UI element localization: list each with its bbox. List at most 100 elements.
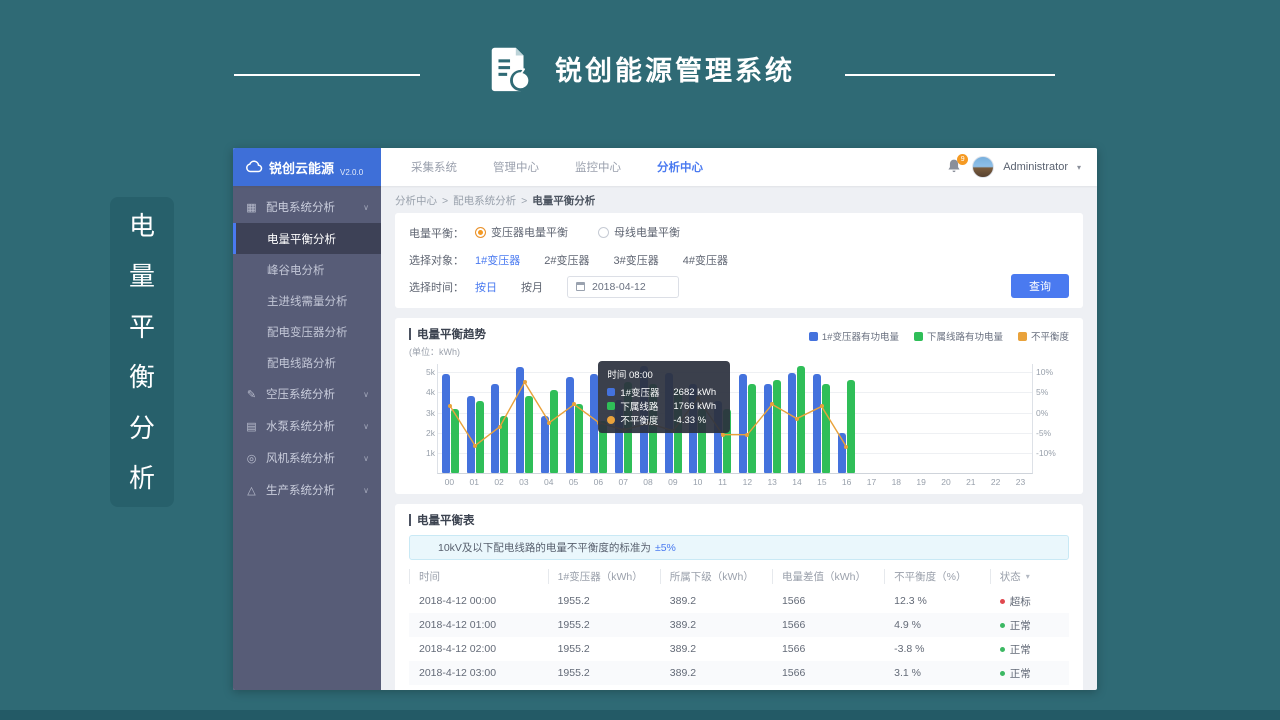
app-logo: 锐创云能源 V2.0.0 — [233, 148, 381, 186]
object-option-0[interactable]: 1#变压器 — [475, 255, 520, 267]
table-row: 2018-4-12 02:001955.2389.21566-3.8 %正常 — [409, 637, 1069, 661]
status-label: 正常 — [1010, 666, 1031, 681]
y-axis-left-label: 2k — [411, 428, 435, 438]
breadcrumb-item-0[interactable]: 分析中心 — [395, 193, 437, 208]
x-axis-label: 02 — [487, 477, 512, 490]
tooltip-row-1: 下属线路1766 kWh — [607, 399, 721, 413]
chart-plot-area[interactable]: 5k10%4k5%3k0%2k-5%1k-10%时间 08:001#变压器268… — [437, 364, 1033, 474]
sidebar-group-icon: △ — [245, 484, 258, 497]
balance-trend-chart[interactable]: 5k10%4k5%3k0%2k-5%1k-10%时间 08:001#变压器268… — [409, 360, 1069, 490]
sidebar-item-0-2[interactable]: 主进线需量分析 — [233, 285, 381, 316]
cell-time: 2018-4-12 03:00 — [409, 667, 548, 679]
tooltip-series-value: -4.33 % — [673, 415, 706, 426]
sidebar-item-0-4[interactable]: 配电线路分析 — [233, 347, 381, 378]
cell-diff: 1566 — [772, 667, 884, 679]
object-option-1[interactable]: 2#变压器 — [544, 255, 589, 267]
legend-item-1[interactable]: 下属线路有功电量 — [914, 329, 1003, 343]
table-row: 2018-4-12 03:001955.2389.215663.1 %正常 — [409, 661, 1069, 685]
legend-label: 1#变压器有功电量 — [822, 329, 899, 343]
x-axis-label: 22 — [983, 477, 1008, 490]
radio-dot — [598, 227, 609, 238]
side-banner: 电量平衡分析 — [110, 197, 174, 507]
chart-tooltip: 时间 08:001#变压器2682 kWh下属线路1766 kWh不平衡度-4.… — [598, 361, 730, 433]
cell-time: 2018-4-12 00:00 — [409, 595, 548, 607]
x-axis-labels: 0001020304050607080910111213141516171819… — [437, 477, 1033, 490]
side-banner-char: 衡 — [129, 364, 155, 390]
cell-status: 正常 — [990, 642, 1069, 657]
x-axis-label: 06 — [586, 477, 611, 490]
cell-sub: 389.2 — [660, 619, 772, 631]
nav-item-1[interactable]: 管理中心 — [493, 159, 539, 175]
sidebar-group-icon: ▦ — [245, 201, 258, 214]
x-axis-label: 07 — [611, 477, 636, 490]
bottom-decoration-strip — [0, 710, 1280, 720]
cell-pct: -3.8 % — [884, 643, 990, 655]
sidebar-group-4[interactable]: △生产系统分析∨ — [233, 474, 381, 506]
chevron-down-icon: ∨ — [363, 390, 369, 399]
user-avatar[interactable] — [972, 156, 994, 178]
date-input[interactable]: 2018-04-12 — [567, 276, 679, 298]
sidebar-group-1[interactable]: ✎空压系统分析∨ — [233, 378, 381, 410]
side-banner-char: 平 — [129, 314, 155, 340]
cell-time: 2018-4-12 01:00 — [409, 619, 548, 631]
balance-radio-0[interactable]: 变压器电量平衡 — [475, 224, 568, 240]
status-label: 正常 — [1010, 618, 1031, 633]
calendar-icon — [576, 282, 585, 291]
line-point — [795, 417, 799, 421]
table-header-5[interactable]: 状态 ▾ — [990, 569, 1069, 584]
status-label: 正常 — [1010, 642, 1031, 657]
balance-radio-1[interactable]: 母线电量平衡 — [598, 224, 680, 240]
legend-item-0[interactable]: 1#变压器有功电量 — [809, 329, 899, 343]
nav-item-2[interactable]: 监控中心 — [575, 159, 621, 175]
sidebar: ▦配电系统分析∨电量平衡分析峰谷电分析主进线需量分析配电变压器分析配电线路分析✎… — [233, 186, 381, 690]
chevron-down-icon: ∨ — [363, 454, 369, 463]
cell-pct: 3.1 % — [884, 667, 990, 679]
sidebar-group-3[interactable]: ◎ 风机系统分析 ∨ — [233, 442, 381, 474]
table-header-0: 时间 — [409, 569, 548, 584]
cloud-icon — [245, 160, 263, 174]
x-axis-label: 23 — [1008, 477, 1033, 490]
imbalance-line — [438, 364, 1032, 473]
cell-status: 正常 — [990, 666, 1069, 681]
x-axis-label: 18 — [884, 477, 909, 490]
page-header: 锐创能源管理系统 — [0, 42, 1280, 94]
tooltip-marker — [607, 416, 615, 424]
legend-label: 不平衡度 — [1031, 329, 1069, 343]
user-name[interactable]: Administrator — [1003, 161, 1068, 173]
tooltip-series-value: 2682 kWh — [673, 387, 716, 398]
time-mode-0[interactable]: 按日 — [475, 282, 497, 294]
notification-bell-icon[interactable]: 9 — [947, 158, 963, 176]
x-axis-label: 15 — [809, 477, 834, 490]
x-axis-label: 14 — [785, 477, 810, 490]
sidebar-group-0[interactable]: ▦配电系统分析∨ — [233, 191, 381, 223]
sidebar-group-label: 水泵系统分析 — [266, 418, 335, 434]
table-header-3: 电量差值（kWh） — [772, 569, 884, 584]
sidebar-item-0-3[interactable]: 配电变压器分析 — [233, 316, 381, 347]
nav-item-3[interactable]: 分析中心 — [657, 159, 703, 175]
legend-swatch — [914, 332, 923, 341]
standard-notice: 10kV及以下配电线路的电量不平衡度的标准为 ±5% — [409, 535, 1069, 560]
object-option-2[interactable]: 3#变压器 — [614, 255, 659, 267]
app-topbar: 锐创云能源 V2.0.0 采集系统 管理中心 监控中心 分析中心 9 Administ… — [233, 148, 1097, 186]
object-option-3[interactable]: 4#变压器 — [683, 255, 728, 267]
sidebar-item-0-0[interactable]: 电量平衡分析 — [233, 223, 381, 254]
cell-diff: 1566 — [772, 643, 884, 655]
chart-unit-label: (单位：kWh) — [409, 345, 1069, 358]
table-panel: 电量平衡表 10kV及以下配电线路的电量不平衡度的标准为 ±5% 时间1#变压器… — [395, 504, 1083, 690]
sidebar-group-label: 风机系统分析 — [266, 450, 335, 466]
sidebar-group-icon: ◎ — [245, 452, 258, 465]
nav-item-0[interactable]: 采集系统 — [411, 159, 457, 175]
tooltip-series-value: 1766 kWh — [673, 401, 716, 412]
breadcrumb: 分析中心>配电系统分析>电量平衡分析 — [395, 188, 1083, 213]
query-button[interactable]: 查询 — [1011, 274, 1069, 298]
status-dot — [1000, 647, 1005, 652]
legend-item-2[interactable]: 不平衡度 — [1018, 329, 1069, 343]
breadcrumb-item-1[interactable]: 配电系统分析 — [453, 193, 516, 208]
cell-diff: 1566 — [772, 619, 884, 631]
sidebar-group-2[interactable]: ▤水泵系统分析∨ — [233, 410, 381, 442]
sidebar-item-0-1[interactable]: 峰谷电分析 — [233, 254, 381, 285]
time-mode-1[interactable]: 按月 — [521, 282, 543, 294]
table-header-1: 1#变压器（kWh） — [548, 569, 660, 584]
y-axis-right-label: 0% — [1036, 408, 1066, 418]
user-menu-caret-icon[interactable]: ▾ — [1077, 163, 1081, 172]
